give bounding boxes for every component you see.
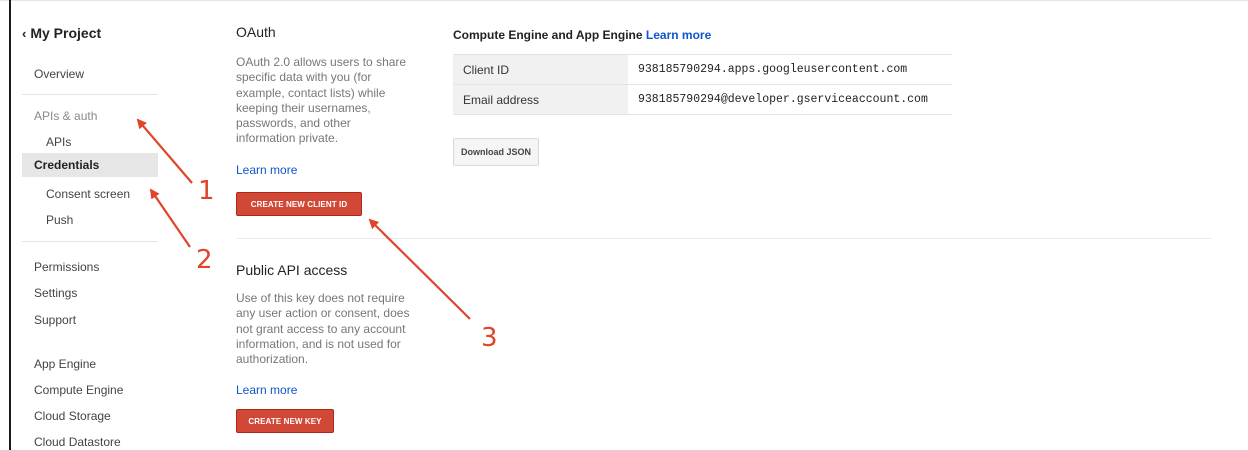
public-api-description-line: any user action or consent, does	[236, 306, 410, 321]
top-border	[0, 0, 1248, 1]
public-api-description: Use of this key does not require any use…	[236, 291, 436, 367]
annotation-number-3: 3	[481, 323, 498, 353]
sidebar-divider	[22, 241, 158, 242]
public-api-learn-more-link[interactable]: Learn more	[236, 383, 297, 397]
public-api-description-line: Use of this key does not require	[236, 291, 405, 305]
sidebar: ‹ My Project Overview APIs & auth APIs Cr…	[22, 0, 158, 450]
sidebar-item-cloud-datastore[interactable]: Cloud Datastore	[34, 435, 121, 449]
annotation-number-1: 1	[198, 176, 215, 206]
public-api-description-line: not grant access to any account	[236, 321, 406, 336]
sidebar-item-overview[interactable]: Overview	[34, 67, 84, 81]
sidebar-item-settings[interactable]: Settings	[34, 286, 77, 300]
sidebar-item-support[interactable]: Support	[34, 313, 76, 327]
compute-engine-learn-more-link[interactable]: Learn more	[646, 28, 711, 42]
back-to-project-link[interactable]: ‹ My Project	[22, 25, 101, 41]
sidebar-item-credentials[interactable]: Credentials	[22, 153, 158, 177]
sidebar-item-compute-engine[interactable]: Compute Engine	[34, 383, 123, 397]
client-id-value: 938185790294.apps.googleusercontent.com	[628, 54, 952, 85]
oauth-description: OAuth 2.0 allows users to share specific…	[236, 55, 436, 147]
email-address-value: 938185790294@developer.gserviceaccount.c…	[628, 84, 952, 115]
oauth-learn-more-link[interactable]: Learn more	[236, 163, 297, 177]
sidebar-divider	[22, 94, 158, 95]
compute-engine-title-text: Compute Engine and App Engine	[453, 28, 643, 42]
client-id-key: Client ID	[453, 54, 628, 85]
create-new-client-id-button[interactable]: CREATE NEW CLIENT ID	[236, 192, 362, 216]
download-json-button[interactable]: Download JSON	[453, 138, 539, 166]
oauth-description-line: OAuth 2.0 allows users to share	[236, 55, 407, 69]
sidebar-item-permissions[interactable]: Permissions	[34, 260, 99, 274]
oauth-title: OAuth	[236, 24, 276, 40]
oauth-description-line: information private.	[236, 131, 339, 146]
oauth-description-line: passwords, and other	[236, 116, 351, 131]
public-api-title: Public API access	[236, 262, 348, 278]
oauth-description-line: example, contact lists) while	[236, 85, 386, 100]
annotation-number-2: 2	[196, 245, 213, 275]
project-name: My Project	[30, 25, 102, 41]
chevron-left-icon: ‹	[22, 26, 27, 41]
compute-engine-title: Compute Engine and App Engine Learn more	[453, 28, 711, 42]
sidebar-item-apis[interactable]: APIs	[46, 135, 71, 149]
table-row: Email address 938185790294@developer.gse…	[453, 84, 952, 115]
sidebar-item-app-engine[interactable]: App Engine	[34, 357, 96, 371]
oauth-description-line: keeping their usernames,	[236, 100, 371, 115]
email-address-key: Email address	[453, 84, 628, 115]
public-api-description-line: information, and is not used for	[236, 336, 401, 351]
public-api-description-line: authorization.	[236, 352, 309, 367]
sidebar-item-apis-auth[interactable]: APIs & auth	[34, 109, 97, 123]
sidebar-item-push[interactable]: Push	[46, 213, 73, 227]
left-border	[9, 0, 11, 450]
table-row: Client ID 938185790294.apps.googleuserco…	[453, 54, 952, 85]
sidebar-item-consent-screen[interactable]: Consent screen	[46, 187, 130, 201]
create-new-key-button[interactable]: CREATE NEW KEY	[236, 409, 334, 433]
sidebar-item-cloud-storage[interactable]: Cloud Storage	[34, 409, 111, 423]
oauth-description-line: specific data with you (for	[236, 70, 372, 85]
section-divider	[236, 238, 1212, 239]
credentials-table: Client ID 938185790294.apps.googleuserco…	[453, 54, 952, 115]
sidebar-item-credentials-label: Credentials	[34, 158, 100, 172]
